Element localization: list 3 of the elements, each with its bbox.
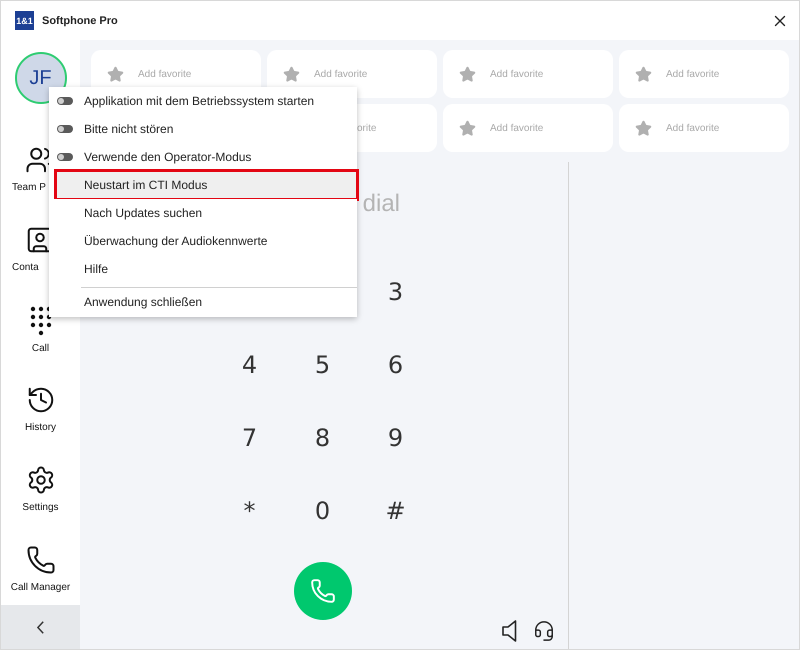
window-title: Softphone Pro: [42, 14, 119, 26]
number-display: dial: [362, 190, 400, 219]
app-logo: 1&1: [15, 11, 34, 30]
